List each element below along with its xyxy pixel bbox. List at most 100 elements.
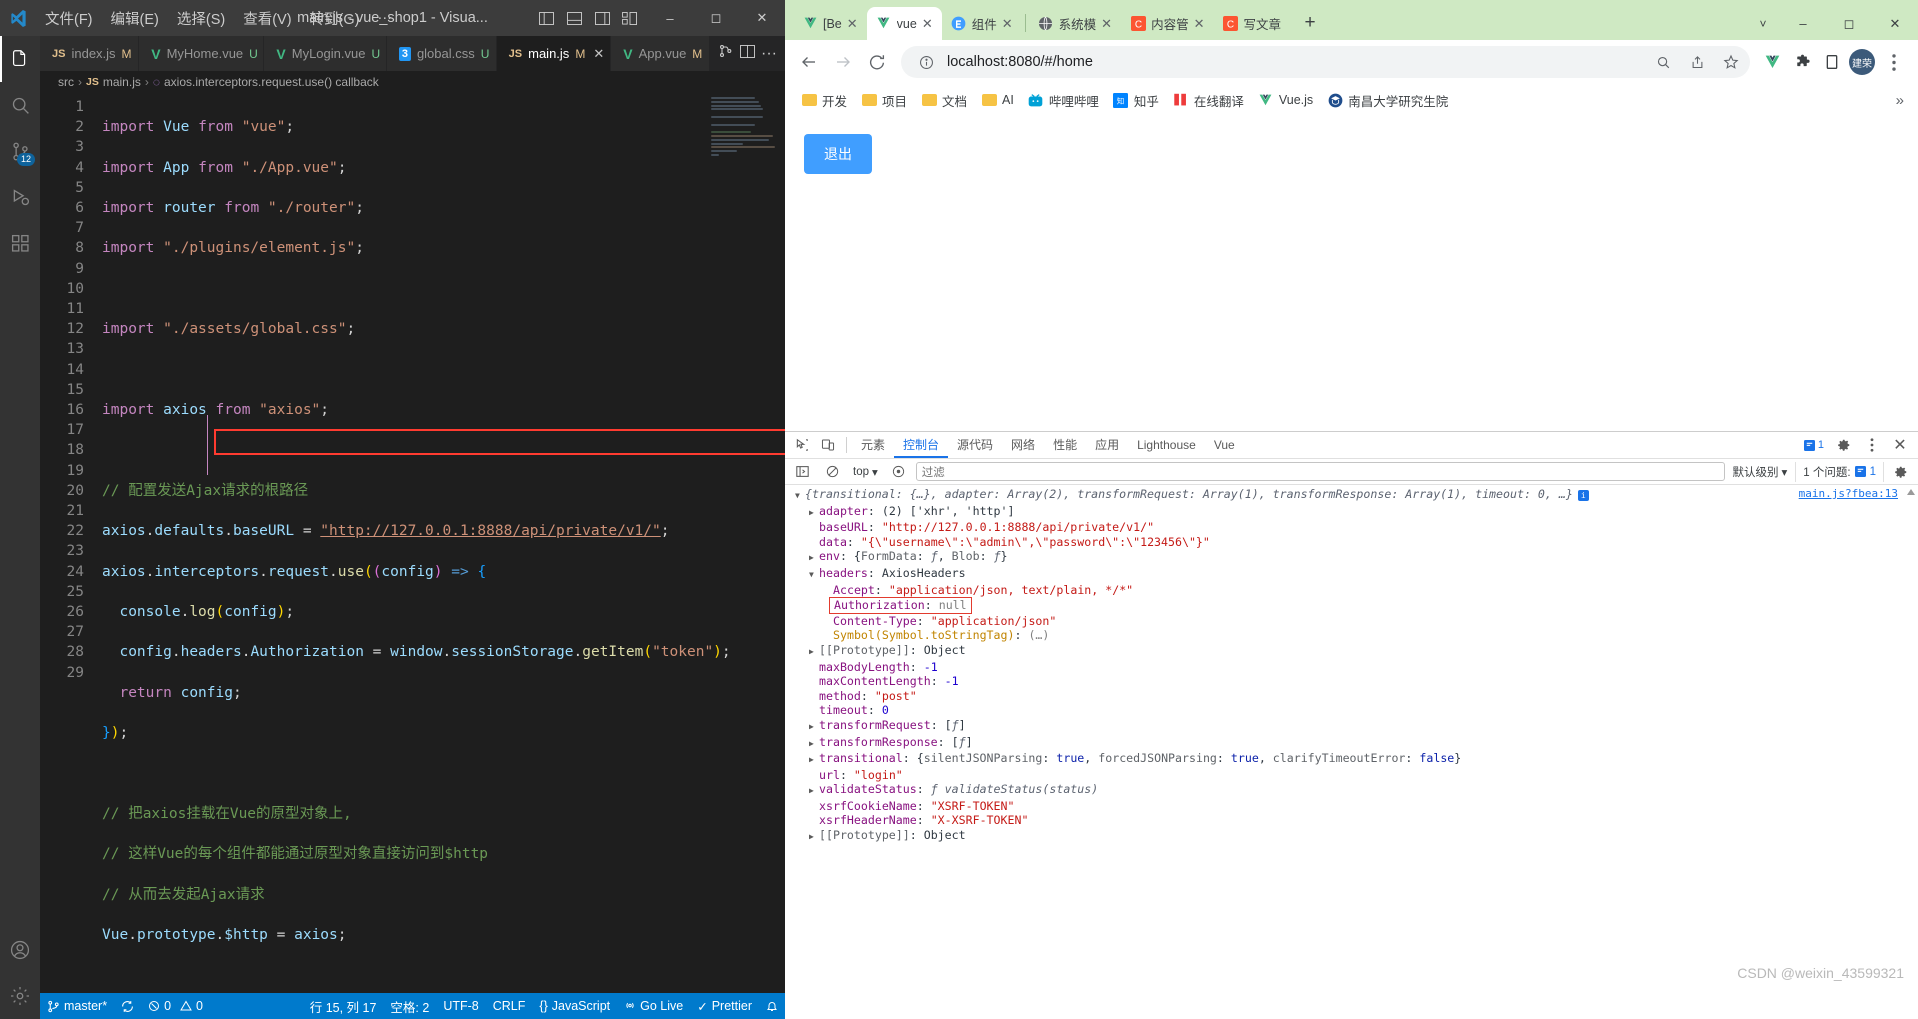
console-output[interactable]: main.js?fbea:13 ▼ {transitional: {…}, ada… <box>785 485 1918 1019</box>
address-bar[interactable]: localhost:8080/#/home <box>901 46 1750 78</box>
browser-tab-close-icon[interactable]: ✕ <box>847 16 858 32</box>
devtools-tab-sources[interactable]: 源代码 <box>948 432 1002 458</box>
status-encoding[interactable]: UTF-8 <box>436 993 485 1019</box>
console-scrollbar[interactable] <box>1906 485 1916 1019</box>
vscode-close-button[interactable]: ✕ <box>739 0 785 36</box>
tab-search-chevron-icon[interactable]: ˅ <box>1746 7 1780 40</box>
menu-more[interactable]: ··· <box>368 7 401 29</box>
browser-tab-1[interactable]: vue ✕ <box>866 7 942 40</box>
reload-button[interactable] <box>861 46 893 78</box>
clear-console-icon[interactable] <box>819 459 845 485</box>
activity-account-icon[interactable] <box>0 927 40 973</box>
editor-tab-app-vue[interactable]: V App.vue M <box>611 36 711 71</box>
page-info-icon[interactable] <box>913 49 939 75</box>
devtools-tab-lighthouse[interactable]: Lighthouse <box>1128 432 1205 458</box>
vscode-minimize-button[interactable]: – <box>647 0 693 36</box>
exit-button[interactable]: 退出 <box>804 134 872 174</box>
console-log-line[interactable]: url: "login" <box>785 768 1918 783</box>
browser-window-controls[interactable]: ˅ – ◻ ✕ <box>1746 0 1918 40</box>
activity-search-icon[interactable] <box>0 82 40 128</box>
breadcrumb-src[interactable]: src <box>58 75 74 89</box>
status-cursor-position[interactable]: 行 15, 列 17 <box>303 993 384 1019</box>
console-log-line[interactable]: method: "post" <box>785 689 1918 704</box>
activity-extensions-icon[interactable] <box>0 220 40 266</box>
profile-avatar[interactable]: 建荣 <box>1848 48 1876 76</box>
bookmarks-bar[interactable]: 开发 项目 文档 AI 哔哩哔哩 知 知乎 在线翻译 Vue.js 南昌大学研究… <box>785 84 1918 116</box>
console-settings-gear-icon[interactable] <box>1888 459 1914 485</box>
devtools-tab-elements[interactable]: 元素 <box>852 432 894 458</box>
browser-tab-2[interactable]: 组件 ✕ <box>942 7 1022 40</box>
devtools-tab-bar[interactable]: 元素 控制台 源代码 网络 性能 应用 Lighthouse Vue 1 ✕ <box>785 432 1918 459</box>
console-level-selector[interactable]: 默认级别 ▾ <box>1729 464 1792 480</box>
expand-triangle-right-icon[interactable]: ▶ <box>809 720 819 735</box>
console-log-line[interactable]: maxBodyLength: -1 <box>785 660 1918 675</box>
search-icon[interactable] <box>1650 49 1676 75</box>
console-log-line[interactable]: ▶ env: {FormData: ƒ, Blob: ƒ} <box>785 549 1918 566</box>
browser-tab-0[interactable]: [Be ✕ <box>793 7 867 40</box>
console-log-line[interactable]: ▶ validateStatus: ƒ validateStatus(status… <box>785 782 1918 799</box>
status-indentation[interactable]: 空格: 2 <box>383 993 436 1019</box>
editor-tab-index-js[interactable]: JS index.js M <box>40 36 140 71</box>
status-sync[interactable] <box>114 993 141 1019</box>
minimap[interactable] <box>711 93 777 993</box>
console-eye-icon[interactable] <box>886 459 912 485</box>
console-log-line[interactable]: ▶ [[Prototype]]: Object <box>785 828 1918 845</box>
breadcrumb-symbol[interactable]: axios.interceptors.request.use() callbac… <box>164 75 379 89</box>
expand-triangle-right-icon[interactable]: ▶ <box>809 784 819 799</box>
expand-triangle-right-icon[interactable]: ▶ <box>809 506 819 521</box>
browser-minimize-button[interactable]: – <box>1780 7 1826 40</box>
url-text[interactable]: localhost:8080/#/home <box>947 54 1642 70</box>
status-branch[interactable]: master* <box>40 993 114 1019</box>
menu-file[interactable]: 文件(F) <box>36 5 102 32</box>
console-log-line[interactable]: ▼ {transitional: {…}, adapter: Array(2), … <box>785 487 1918 504</box>
vue-devtools-extension-icon[interactable] <box>1758 48 1786 76</box>
expand-triangle-right-icon[interactable]: ▶ <box>809 753 819 768</box>
console-log-line[interactable]: ▼ headers: AxiosHeaders <box>785 566 1918 583</box>
editor-tab-mylogin-vue[interactable]: V MyLogin.vue U <box>264 36 387 71</box>
status-prettier[interactable]: ✓ Prettier <box>690 993 759 1019</box>
status-eol[interactable]: CRLF <box>486 993 533 1019</box>
console-log-line[interactable]: Symbol(Symbol.toStringTag): (…) <box>785 628 1918 643</box>
console-log-line[interactable]: Authorization: null <box>785 597 1918 614</box>
back-button[interactable] <box>793 46 825 78</box>
browser-tab-close-icon[interactable]: ✕ <box>922 16 933 32</box>
devtools-settings-gear-icon[interactable] <box>1831 432 1857 458</box>
editor-tab-main-js[interactable]: JS main.js M ✕ <box>496 36 612 71</box>
browser-tab-strip[interactable]: [Be ✕ vue ✕ 组件 ✕ 系统模 ✕ C 内容管 ✕ C 写文章 + ˅… <box>785 0 1918 40</box>
devtools-tab-application[interactable]: 应用 <box>1086 432 1128 458</box>
browser-tab-close-icon[interactable]: ✕ <box>1101 16 1112 32</box>
status-language-mode[interactable]: {} JavaScript <box>532 993 617 1019</box>
expand-triangle-down-icon[interactable]: ▼ <box>809 568 819 583</box>
vscode-maximize-button[interactable]: ◻ <box>693 0 739 36</box>
console-log-line[interactable]: ▶ [[Prototype]]: Object <box>785 643 1918 660</box>
browser-tab-close-icon[interactable]: ✕ <box>1002 16 1013 32</box>
editor-tab-actions[interactable]: ··· <box>710 36 785 71</box>
browser-close-button[interactable]: ✕ <box>1872 7 1918 40</box>
console-log-line[interactable]: maxContentLength: -1 <box>785 674 1918 689</box>
bookmark-3[interactable]: AI <box>975 89 1020 111</box>
status-go-live[interactable]: Go Live <box>617 993 690 1019</box>
browser-tab-close-icon[interactable]: ✕ <box>1194 16 1205 32</box>
bookmark-star-icon[interactable] <box>1718 49 1744 75</box>
console-log-line[interactable]: ▶ adapter: (2) ['xhr', 'http'] <box>785 504 1918 521</box>
status-notifications[interactable] <box>759 993 785 1019</box>
console-log-line[interactable]: timeout: 0 <box>785 703 1918 718</box>
code-content[interactable]: import Vue from "vue"; import App from "… <box>102 93 785 993</box>
menu-goto[interactable]: 转到(G) <box>301 5 369 32</box>
menu-edit[interactable]: 编辑(E) <box>102 5 168 32</box>
status-problems[interactable]: 0 0 <box>141 993 210 1019</box>
browser-toolbar[interactable]: localhost:8080/#/home 建荣 <box>785 40 1918 84</box>
customize-layout-icon[interactable] <box>617 5 643 31</box>
bookmarks-overflow-icon[interactable]: » <box>1892 92 1908 109</box>
inspect-element-icon[interactable] <box>789 432 815 458</box>
new-tab-button[interactable]: + <box>1296 9 1324 37</box>
issues-badge[interactable]: 1 <box>1799 438 1829 452</box>
console-log-line[interactable]: baseURL: "http://127.0.0.1:8888/api/priv… <box>785 520 1918 535</box>
bookmark-1[interactable]: 项目 <box>855 88 913 113</box>
editor-tab-close-icon[interactable]: ✕ <box>593 46 604 62</box>
console-context-selector[interactable]: top ▾ <box>849 465 882 479</box>
devtools-more-options-icon[interactable] <box>1859 432 1885 458</box>
extensions-puzzle-icon[interactable] <box>1788 48 1816 76</box>
bookmark-2[interactable]: 文档 <box>915 88 973 113</box>
activity-bar[interactable]: 12 <box>0 36 40 1019</box>
